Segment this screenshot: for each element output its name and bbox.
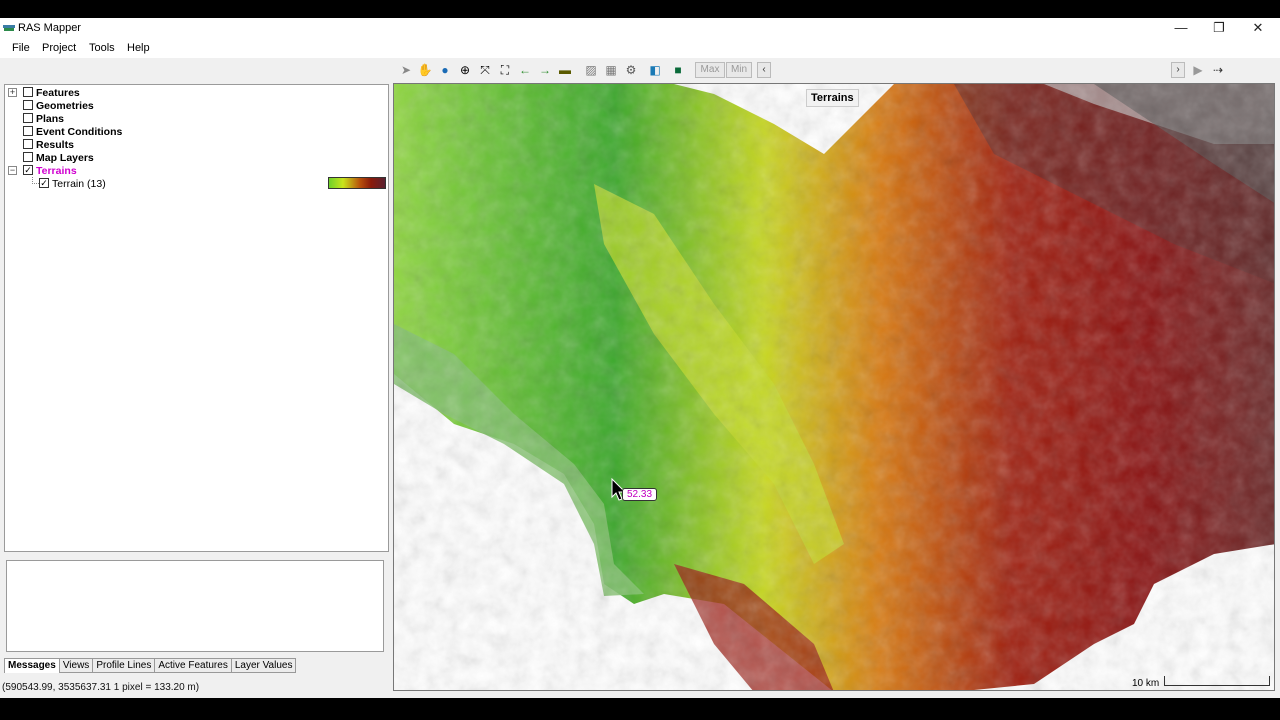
tab-profile-lines[interactable]: Profile Lines <box>92 658 156 673</box>
tree-label: Map Layers <box>36 151 94 164</box>
back-arrow-icon[interactable]: ← <box>516 62 534 78</box>
tree-label: Event Conditions <box>36 125 123 138</box>
title-bar: RAS Mapper — ❐ ✕ <box>0 18 1280 38</box>
checkbox-terrains[interactable]: ✓ <box>23 165 33 175</box>
menu-bar: File Project Tools Help <box>0 38 1280 58</box>
settings-icon[interactable]: ⚙ <box>622 62 640 78</box>
checkbox-features[interactable] <box>23 87 33 97</box>
menu-help[interactable]: Help <box>127 42 150 54</box>
measure-icon[interactable]: ▬ <box>556 62 574 78</box>
menu-tools[interactable]: Tools <box>89 42 115 54</box>
maximize-button[interactable]: ❐ <box>1204 20 1234 36</box>
checkbox-results[interactable] <box>23 139 33 149</box>
checkbox-geometries[interactable] <box>23 100 33 110</box>
slider-left-icon[interactable]: ‹ <box>757 62 771 78</box>
scale-bar <box>1164 676 1270 686</box>
tab-views[interactable]: Views <box>58 658 94 673</box>
checkbox-terrain-13[interactable]: ✓ <box>39 178 49 188</box>
map-title: Terrains <box>806 89 859 107</box>
layer-tree-panel: + Features Geometries Plans Event Condit… <box>4 84 389 552</box>
app-window: RAS Mapper — ❐ ✕ File Project Tools Help… <box>0 18 1280 698</box>
minimize-button[interactable]: — <box>1166 20 1196 36</box>
tree-label: Features <box>36 86 80 99</box>
bottom-tabs: Messages Views Profile Lines Active Feat… <box>4 658 297 673</box>
min-button[interactable]: Min <box>726 62 752 78</box>
checkbox-plans[interactable] <box>23 113 33 123</box>
cursor-value-tooltip: 52.33 <box>622 488 658 501</box>
map-icon[interactable]: ■ <box>669 62 687 78</box>
tab-layer-values[interactable]: Layer Values <box>230 658 297 673</box>
map-toolbar: ➤ ✋ ● ⊕ ⤧ ⛶ ← → ▬ ▨ ▦ ⚙ ◧ ■ Max Min ‹ › … <box>395 62 1280 80</box>
scale-label: 10 km <box>1132 678 1160 689</box>
tab-active-features[interactable]: Active Features <box>154 658 232 673</box>
layers-icon[interactable]: ◧ <box>646 62 664 78</box>
pin-icon[interactable]: ⇢ <box>1209 62 1227 78</box>
terrain-color-legend[interactable] <box>328 177 386 189</box>
tree-label: Results <box>36 138 74 151</box>
window-title: RAS Mapper <box>18 22 81 34</box>
tree-label: Terrains <box>36 164 77 177</box>
tree-label: Geometries <box>36 99 94 112</box>
close-button[interactable]: ✕ <box>1243 20 1273 36</box>
expand-icon[interactable]: + <box>8 88 17 97</box>
slider-right-icon[interactable]: › <box>1171 62 1185 78</box>
menu-project[interactable]: Project <box>42 42 76 54</box>
messages-panel <box>6 560 384 652</box>
globe-icon[interactable]: ● <box>436 62 454 78</box>
status-coordinates: (590543.99, 3535637.31 1 pixel = 133.20 … <box>2 682 200 693</box>
tree-connector <box>32 177 39 184</box>
forward-arrow-icon[interactable]: → <box>536 62 554 78</box>
tab-messages[interactable]: Messages <box>4 658 60 673</box>
checkbox-event-conditions[interactable] <box>23 126 33 136</box>
pan-hand-icon[interactable]: ✋ <box>416 62 434 78</box>
checkbox-map-layers[interactable] <box>23 152 33 162</box>
play-icon[interactable]: ▶ <box>1189 62 1207 78</box>
map-canvas[interactable]: Terrains 52.33 10 km <box>393 83 1275 691</box>
tree-label: Terrain (13) <box>52 177 106 190</box>
app-icon <box>3 25 15 31</box>
menu-file[interactable]: File <box>12 42 30 54</box>
image-layer-icon[interactable]: ▨ <box>582 62 600 78</box>
full-extent-icon[interactable]: ⛶ <box>496 62 514 78</box>
grid-layer-icon[interactable]: ▦ <box>602 62 620 78</box>
zoom-extent-icon[interactable]: ⤧ <box>476 62 494 78</box>
select-pointer-icon[interactable]: ➤ <box>397 62 415 78</box>
terrain-map-image <box>394 84 1274 690</box>
tree-label: Plans <box>36 112 65 125</box>
collapse-icon[interactable]: − <box>8 166 17 175</box>
zoom-in-icon[interactable]: ⊕ <box>456 62 474 78</box>
letterbox-bottom <box>0 698 1280 720</box>
max-button[interactable]: Max <box>695 62 725 78</box>
